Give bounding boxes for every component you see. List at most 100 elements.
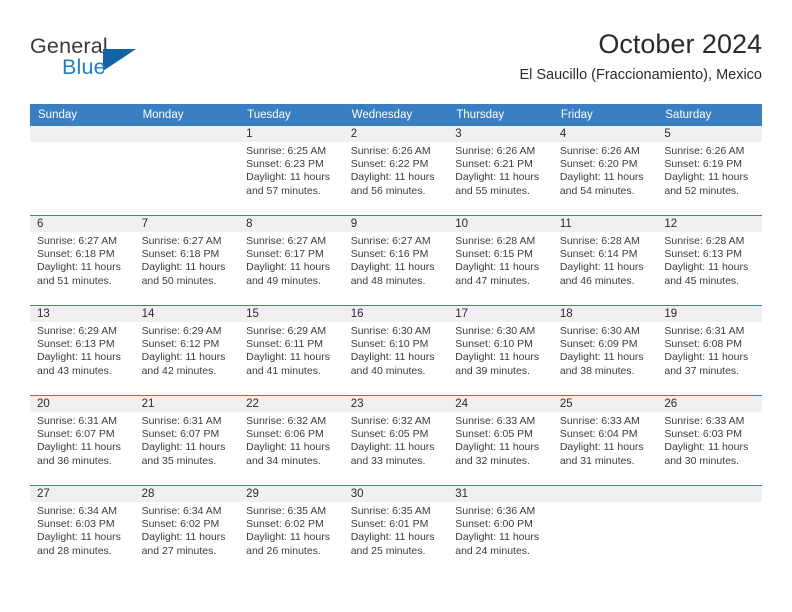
sunset-text: Sunset: 6:17 PM xyxy=(246,248,324,261)
daylight-text-line2: and 51 minutes. xyxy=(37,274,112,287)
daylight-text-line1: Daylight: 11 hours xyxy=(141,441,226,454)
sunrise-text: Sunrise: 6:28 AM xyxy=(559,235,640,247)
daylight-text-line2: and 56 minutes. xyxy=(350,184,426,197)
daylight-text-line1: Daylight: 11 hours xyxy=(350,351,435,364)
day-info: Sunrise: 6:29 AM Sunset: 6:11 PM Dayligh… xyxy=(239,322,344,378)
sunset-text: Sunset: 6:19 PM xyxy=(664,158,743,171)
day-cell[interactable]: 3 Sunrise: 6:26 AM Sunset: 6:21 PM Dayli… xyxy=(448,126,553,216)
day-info: Sunrise: 6:30 AM Sunset: 6:10 PM Dayligh… xyxy=(448,322,553,378)
day-cell-inner: 18 Sunrise: 6:30 AM Sunset: 6:09 PM Dayl… xyxy=(552,306,658,395)
day-info: Sunrise: 6:31 AM Sunset: 6:07 PM Dayligh… xyxy=(30,412,135,468)
day-cell[interactable] xyxy=(134,126,240,216)
sunset-text: Sunset: 6:02 PM xyxy=(246,518,324,531)
day-info: Sunrise: 6:28 AM Sunset: 6:14 PM Dayligh… xyxy=(553,232,658,288)
day-info: Sunrise: 6:28 AM Sunset: 6:13 PM Dayligh… xyxy=(657,232,762,288)
day-cell-inner: 16 Sunrise: 6:30 AM Sunset: 6:10 PM Dayl… xyxy=(343,306,449,395)
week-row: 20 Sunrise: 6:31 AM Sunset: 6:07 PM Dayl… xyxy=(30,395,762,486)
day-cell[interactable]: 8 Sunrise: 6:27 AM Sunset: 6:17 PM Dayli… xyxy=(239,215,344,306)
day-cell[interactable]: 12 Sunrise: 6:28 AM Sunset: 6:13 PM Dayl… xyxy=(657,215,762,306)
day-cell-inner: 9 Sunrise: 6:27 AM Sunset: 6:16 PM Dayli… xyxy=(343,216,449,305)
sunrise-text: Sunrise: 6:31 AM xyxy=(141,415,222,427)
day-number: 14 xyxy=(134,306,240,322)
daylight-text-line2: and 38 minutes. xyxy=(559,364,635,377)
day-number: 12 xyxy=(657,216,762,232)
day-cell[interactable]: 13 Sunrise: 6:29 AM Sunset: 6:13 PM Dayl… xyxy=(30,305,135,396)
daylight-text-line1: Daylight: 11 hours xyxy=(37,351,121,364)
calendar-body: 1 Sunrise: 6:25 AM Sunset: 6:23 PM Dayli… xyxy=(30,126,762,575)
daylight-text-line1: Daylight: 11 hours xyxy=(141,261,226,274)
day-cell-inner: 12 Sunrise: 6:28 AM Sunset: 6:13 PM Dayl… xyxy=(657,216,762,305)
day-cell[interactable]: 18 Sunrise: 6:30 AM Sunset: 6:09 PM Dayl… xyxy=(552,305,658,396)
day-cell[interactable]: 7 Sunrise: 6:27 AM Sunset: 6:18 PM Dayli… xyxy=(134,215,240,306)
sunrise-text: Sunrise: 6:31 AM xyxy=(664,325,745,337)
daylight-text-line2: and 43 minutes. xyxy=(37,364,112,377)
day-cell[interactable]: 10 Sunrise: 6:28 AM Sunset: 6:15 PM Dayl… xyxy=(448,215,553,306)
day-cell-inner: 11 Sunrise: 6:28 AM Sunset: 6:14 PM Dayl… xyxy=(552,216,658,305)
day-cell[interactable]: 16 Sunrise: 6:30 AM Sunset: 6:10 PM Dayl… xyxy=(343,305,449,396)
day-cell[interactable] xyxy=(657,485,762,575)
day-cell-inner: 15 Sunrise: 6:29 AM Sunset: 6:11 PM Dayl… xyxy=(239,306,344,395)
day-info: Sunrise: 6:27 AM Sunset: 6:16 PM Dayligh… xyxy=(344,232,449,288)
day-cell[interactable] xyxy=(30,126,135,216)
day-cell[interactable]: 9 Sunrise: 6:27 AM Sunset: 6:16 PM Dayli… xyxy=(343,215,449,306)
day-cell-inner: 4 Sunrise: 6:26 AM Sunset: 6:20 PM Dayli… xyxy=(552,126,658,215)
day-cell[interactable]: 17 Sunrise: 6:30 AM Sunset: 6:10 PM Dayl… xyxy=(448,305,553,396)
day-number: 17 xyxy=(448,306,553,322)
sunset-text: Sunset: 6:11 PM xyxy=(246,338,323,351)
day-cell[interactable]: 1 Sunrise: 6:25 AM Sunset: 6:23 PM Dayli… xyxy=(239,126,344,216)
daylight-text-line1: Daylight: 11 hours xyxy=(246,351,330,364)
day-info: Sunrise: 6:30 AM Sunset: 6:10 PM Dayligh… xyxy=(344,322,449,378)
day-cell[interactable]: 19 Sunrise: 6:31 AM Sunset: 6:08 PM Dayl… xyxy=(657,305,762,396)
day-cell[interactable]: 31 Sunrise: 6:36 AM Sunset: 6:00 PM Dayl… xyxy=(448,485,553,575)
day-cell[interactable] xyxy=(552,485,658,575)
weekday-header-sunday: Sunday xyxy=(30,104,135,126)
sunrise-text: Sunrise: 6:28 AM xyxy=(455,235,536,247)
day-cell[interactable]: 23 Sunrise: 6:32 AM Sunset: 6:05 PM Dayl… xyxy=(343,395,449,486)
sunset-text: Sunset: 6:10 PM xyxy=(350,338,429,351)
day-number: 9 xyxy=(343,216,449,232)
day-info: Sunrise: 6:26 AM Sunset: 6:19 PM Dayligh… xyxy=(657,142,762,198)
sunset-text: Sunset: 6:00 PM xyxy=(455,518,533,531)
day-cell[interactable]: 6 Sunrise: 6:27 AM Sunset: 6:18 PM Dayli… xyxy=(30,215,135,306)
daylight-text-line1: Daylight: 11 hours xyxy=(664,261,749,274)
day-cell[interactable]: 22 Sunrise: 6:32 AM Sunset: 6:06 PM Dayl… xyxy=(239,395,344,486)
day-number: 18 xyxy=(552,306,658,322)
day-cell[interactable]: 24 Sunrise: 6:33 AM Sunset: 6:05 PM Dayl… xyxy=(448,395,553,486)
day-cell[interactable]: 29 Sunrise: 6:35 AM Sunset: 6:02 PM Dayl… xyxy=(239,485,344,575)
sunrise-text: Sunrise: 6:25 AM xyxy=(246,145,327,157)
sunset-text: Sunset: 6:01 PM xyxy=(350,518,429,531)
daylight-text-line2: and 41 minutes. xyxy=(246,364,321,377)
day-cell[interactable]: 20 Sunrise: 6:31 AM Sunset: 6:07 PM Dayl… xyxy=(30,395,135,486)
sunrise-text: Sunrise: 6:33 AM xyxy=(455,415,536,427)
day-info: Sunrise: 6:29 AM Sunset: 6:13 PM Dayligh… xyxy=(30,322,135,378)
day-cell[interactable]: 4 Sunrise: 6:26 AM Sunset: 6:20 PM Dayli… xyxy=(552,126,658,216)
sunset-text: Sunset: 6:15 PM xyxy=(455,248,533,261)
day-cell[interactable]: 26 Sunrise: 6:33 AM Sunset: 6:03 PM Dayl… xyxy=(657,395,762,486)
day-cell[interactable]: 15 Sunrise: 6:29 AM Sunset: 6:11 PM Dayl… xyxy=(239,305,344,396)
day-cell[interactable]: 27 Sunrise: 6:34 AM Sunset: 6:03 PM Dayl… xyxy=(30,485,135,575)
weekday-header-thursday: Thursday xyxy=(448,104,553,126)
day-cell[interactable]: 11 Sunrise: 6:28 AM Sunset: 6:14 PM Dayl… xyxy=(552,215,658,306)
sunset-text: Sunset: 6:02 PM xyxy=(141,518,220,531)
day-cell[interactable]: 2 Sunrise: 6:26 AM Sunset: 6:22 PM Dayli… xyxy=(343,126,449,216)
brand-logo[interactable]: General Blue xyxy=(30,34,230,90)
daylight-text-line2: and 48 minutes. xyxy=(350,274,426,287)
day-info: Sunrise: 6:30 AM Sunset: 6:09 PM Dayligh… xyxy=(553,322,658,378)
day-info: Sunrise: 6:31 AM Sunset: 6:08 PM Dayligh… xyxy=(657,322,762,378)
daylight-text-line1: Daylight: 11 hours xyxy=(246,261,330,274)
location-subtitle: El Saucillo (Fraccionamiento), Mexico xyxy=(519,67,762,83)
sunrise-text: Sunrise: 6:27 AM xyxy=(37,235,117,247)
day-cell[interactable]: 21 Sunrise: 6:31 AM Sunset: 6:07 PM Dayl… xyxy=(134,395,240,486)
day-cell[interactable]: 25 Sunrise: 6:33 AM Sunset: 6:04 PM Dayl… xyxy=(552,395,658,486)
day-cell[interactable]: 30 Sunrise: 6:35 AM Sunset: 6:01 PM Dayl… xyxy=(343,485,449,575)
daylight-text-line2: and 47 minutes. xyxy=(455,274,530,287)
daylight-text-line2: and 35 minutes. xyxy=(141,454,217,467)
day-cell[interactable]: 5 Sunrise: 6:26 AM Sunset: 6:19 PM Dayli… xyxy=(657,126,762,216)
day-cell[interactable]: 28 Sunrise: 6:34 AM Sunset: 6:02 PM Dayl… xyxy=(134,485,240,575)
day-info: Sunrise: 6:27 AM Sunset: 6:18 PM Dayligh… xyxy=(135,232,240,288)
week-row: 6 Sunrise: 6:27 AM Sunset: 6:18 PM Dayli… xyxy=(30,215,762,306)
day-number: 2 xyxy=(343,126,449,142)
sunrise-text: Sunrise: 6:27 AM xyxy=(350,235,431,247)
day-cell-inner: 24 Sunrise: 6:33 AM Sunset: 6:05 PM Dayl… xyxy=(448,396,553,485)
day-cell[interactable]: 14 Sunrise: 6:29 AM Sunset: 6:12 PM Dayl… xyxy=(134,305,240,396)
